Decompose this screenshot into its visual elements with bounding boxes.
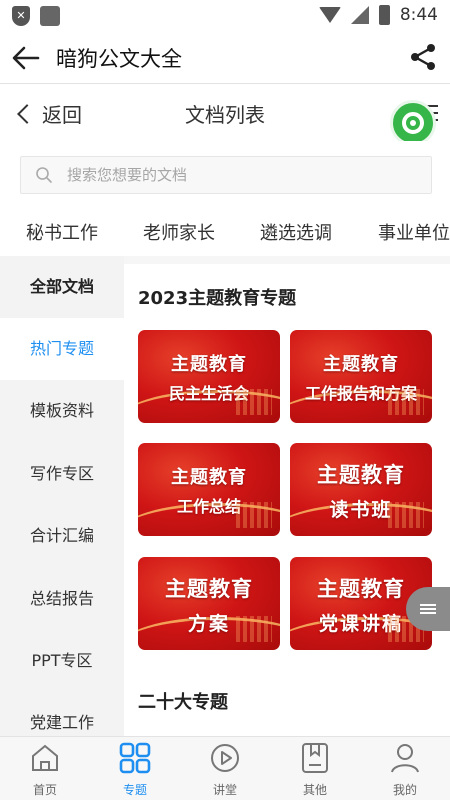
tab-label: 其他	[302, 783, 327, 797]
topic-panel: 2023主题教育专题 主题教育 民主生活会 主题教育 工作报告和方案 主题教育 …	[124, 264, 450, 736]
bottom-nav: 首页 专题 讲堂 其他 我的	[0, 736, 450, 800]
status-time: 8:44	[399, 5, 438, 25]
category-tab[interactable]: 秘书工作	[26, 219, 98, 245]
topic-card[interactable]: 主题教育 工作报告和方案	[290, 330, 432, 423]
sidebar-item-compilation[interactable]: 合计汇编	[0, 505, 124, 567]
app-title: 暗狗公文大全	[56, 47, 182, 71]
tab-topics[interactable]: 专题	[90, 741, 180, 798]
sidebar-item-reports[interactable]: 总结报告	[0, 568, 124, 630]
tab-label: 专题	[122, 783, 147, 797]
notification-icon	[40, 6, 60, 26]
category-sidebar: 全部文档 热门专题 模板资料 写作专区 合计汇编 总结报告 PPT专区 党建工作	[0, 256, 124, 736]
wifi-icon	[318, 7, 341, 23]
card-title: 主题教育	[171, 467, 247, 488]
battery-icon	[378, 5, 390, 25]
topic-card[interactable]: 主题教育 方案	[138, 557, 280, 650]
signal-icon	[350, 6, 369, 24]
category-tab[interactable]: 遴选选调	[260, 219, 332, 245]
section-title: 2023主题教育专题	[138, 288, 297, 309]
sidebar-item-hot-topics[interactable]: 热门专题	[0, 318, 124, 380]
back-arrow-icon[interactable]	[10, 42, 42, 74]
floating-menu-button[interactable]	[406, 587, 450, 631]
play-icon	[211, 744, 239, 772]
grid-icon	[119, 742, 151, 774]
status-bar: ✕ 8:44	[0, 0, 450, 32]
secondary-nav: 返回 文档列表	[0, 85, 450, 141]
sidebar-item-writing[interactable]: 写作专区	[0, 443, 124, 505]
tab-other[interactable]: 其他	[270, 741, 360, 798]
app-bar: 暗狗公文大全	[0, 32, 450, 84]
share-icon[interactable]	[408, 42, 438, 72]
search-icon	[36, 167, 52, 183]
section-title: 二十大专题	[138, 692, 228, 713]
tab-label: 讲堂	[212, 783, 237, 797]
tab-mine[interactable]: 我的	[360, 741, 450, 798]
topic-card[interactable]: 主题教育 工作总结	[138, 443, 280, 536]
sidebar-item-all[interactable]: 全部文档	[0, 256, 124, 318]
list-icon	[420, 602, 436, 616]
search-area	[0, 141, 450, 205]
category-tabs: 秘书工作 老师家长 遴选选调 事业单位	[0, 205, 450, 255]
card-subtitle: 读书班	[329, 499, 393, 521]
card-subtitle: 民主生活会	[168, 384, 249, 403]
card-title: 主题教育	[171, 354, 247, 375]
shutter-icon	[402, 112, 424, 134]
tab-label: 首页	[32, 783, 57, 797]
shield-icon: ✕	[12, 6, 30, 26]
card-title: 主题教育	[165, 577, 253, 601]
page-title: 文档列表	[185, 103, 265, 127]
card-subtitle: 工作总结	[176, 497, 241, 516]
home-icon	[32, 744, 58, 771]
topic-card[interactable]: 主题教育 民主生活会	[138, 330, 280, 423]
sidebar-item-ppt[interactable]: PPT专区	[0, 630, 124, 692]
tab-home[interactable]: 首页	[0, 741, 90, 798]
category-tab[interactable]: 老师家长	[143, 219, 215, 245]
card-subtitle: 方案	[187, 613, 230, 635]
card-subtitle: 工作报告和方案	[304, 384, 417, 403]
content-area: 全部文档 热门专题 模板资料 写作专区 合计汇编 总结报告 PPT专区 党建工作…	[0, 256, 450, 736]
tab-lecture[interactable]: 讲堂	[180, 741, 270, 798]
card-title: 主题教育	[323, 354, 399, 375]
camera-float-button[interactable]	[390, 100, 436, 146]
sidebar-item-party-building[interactable]: 党建工作	[0, 692, 124, 736]
search-input[interactable]	[67, 157, 417, 193]
tab-label: 我的	[392, 783, 417, 797]
category-tab[interactable]: 事业单位	[378, 219, 450, 245]
search-box[interactable]	[20, 156, 432, 194]
card-title: 主题教育	[317, 463, 405, 487]
bookmark-icon	[302, 743, 328, 773]
topic-card[interactable]: 主题教育 读书班	[290, 443, 432, 536]
sidebar-item-templates[interactable]: 模板资料	[0, 380, 124, 442]
user-icon	[391, 744, 419, 773]
